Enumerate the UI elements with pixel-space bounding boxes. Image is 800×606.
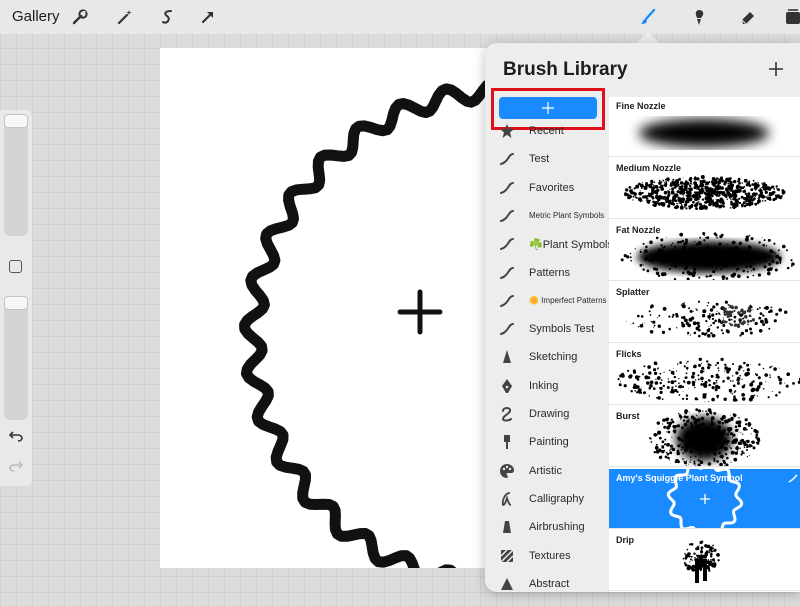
brush-set-label: Metric Plant Symbols <box>529 211 605 221</box>
stroke-icon <box>499 265 515 281</box>
brush-size-slider-handle[interactable] <box>4 114 28 128</box>
brush-set-label: Calligraphy <box>529 492 585 505</box>
panel-title: Brush Library <box>503 59 628 80</box>
brush-set-item[interactable]: Drawing <box>485 400 609 428</box>
transform-arrow-icon[interactable] <box>195 5 221 29</box>
stroke-icon <box>499 293 515 309</box>
brush-name: Fine Nozzle <box>616 101 666 111</box>
brush-set-item[interactable]: Metric Plant Symbols <box>485 202 609 230</box>
brush-icon[interactable] <box>635 5 661 29</box>
brush-set-item[interactable]: Airbrushing <box>485 513 609 541</box>
brush-name: Medium Nozzle <box>616 163 682 173</box>
brush-name: Burst <box>616 411 640 421</box>
paintbrush-icon <box>499 434 515 450</box>
brush-set-item[interactable]: Test <box>485 145 609 173</box>
add-brush-icon[interactable] <box>766 59 786 79</box>
brush-set-label: Symbols Test <box>529 323 595 336</box>
stroke-icon <box>499 151 515 167</box>
brush-set-item[interactable]: Sketching <box>485 343 609 371</box>
top-toolbar: Gallery <box>0 0 800 34</box>
calligraphy-icon <box>499 491 515 507</box>
brush-set-label: 🌼 Imperfect Patterns <box>529 296 607 306</box>
airbrush-icon <box>499 519 515 535</box>
brush-set-label: Sketching <box>529 351 578 364</box>
brush-set-label: Airbrushing <box>529 521 585 534</box>
new-brush-set-button[interactable] <box>499 97 597 119</box>
crosshair-plus <box>397 289 443 335</box>
brush-item[interactable]: Splatter <box>609 283 800 343</box>
brush-item[interactable]: Fine Nozzle <box>609 97 800 157</box>
brush-stroke-preview <box>682 540 720 583</box>
modify-button[interactable] <box>9 260 22 273</box>
selection-icon[interactable] <box>155 5 181 29</box>
triangle-icon <box>499 576 515 592</box>
stroke-icon <box>499 236 515 252</box>
brush-set-item[interactable]: Calligraphy <box>485 485 609 513</box>
wrench-icon[interactable] <box>67 5 93 29</box>
star-icon <box>499 123 515 139</box>
brush-set-item[interactable]: Painting <box>485 428 609 456</box>
brush-item[interactable]: Flicks <box>609 345 800 405</box>
squiggle-icon <box>499 406 515 422</box>
layers-icon[interactable] <box>780 5 800 29</box>
brush-size-slider[interactable] <box>4 114 28 236</box>
brush-set-label: Test <box>529 153 550 166</box>
stroke-icon <box>499 321 515 337</box>
brush-name: Splatter <box>616 287 650 297</box>
brush-set-item[interactable]: Abstract <box>485 570 609 592</box>
brush-set-label: Artistic <box>529 464 562 477</box>
brush-library-panel: Brush Library Recent Test Favorites Metric … <box>485 43 800 592</box>
brush-set-item[interactable]: Inking <box>485 372 609 400</box>
brush-name: Fat Nozzle <box>616 225 661 235</box>
texture-icon <box>499 548 515 564</box>
brush-set-label: Patterns <box>529 266 570 279</box>
brush-set-item[interactable]: Favorites <box>485 174 609 202</box>
brush-set-label: Drawing <box>529 408 570 420</box>
brush-set-item[interactable]: Artistic <box>485 457 609 485</box>
pen-nib-icon <box>499 378 515 394</box>
stroke-icon <box>499 180 515 196</box>
brush-item[interactable]: Fat Nozzle <box>609 221 800 281</box>
opacity-slider[interactable] <box>4 296 28 420</box>
pencil-tip-icon <box>499 349 515 365</box>
gallery-button[interactable]: Gallery <box>12 8 60 25</box>
palette-icon <box>499 463 515 479</box>
brush-set-label: Inking <box>529 379 559 392</box>
eraser-icon[interactable] <box>735 5 761 29</box>
brush-set-item[interactable]: Recent <box>485 117 609 145</box>
brush-item[interactable]: Drip <box>609 531 800 591</box>
brush-set-item[interactable]: 🌼 Imperfect Patterns <box>485 287 609 315</box>
drawing-canvas[interactable] <box>160 48 490 568</box>
brush-name: Flicks <box>616 349 642 359</box>
brush-set-label: Textures <box>529 549 571 562</box>
magic-wand-icon[interactable] <box>112 5 138 29</box>
undo-icon[interactable] <box>7 428 25 444</box>
brush-name: Drip <box>616 535 634 545</box>
brush-set-item[interactable]: ☘️Plant Symbols <box>485 230 613 258</box>
brush-set-item[interactable]: Patterns <box>485 259 609 287</box>
brush-set-label: Abstract <box>529 577 570 590</box>
brush-set-label: ☘️Plant Symbols <box>529 238 614 251</box>
brush-item[interactable]: Amy's Squiggle Plant Symbol <box>609 469 800 529</box>
brush-set-label: Painting <box>529 436 569 449</box>
plus-icon <box>542 102 554 114</box>
brush-set-item[interactable]: Textures <box>485 542 609 570</box>
stroke-icon <box>499 208 515 224</box>
brush-set-label: Recent <box>529 125 564 137</box>
brush-item[interactable]: Burst <box>609 407 800 467</box>
brush-list: Fine Nozzle Medium Nozzle Fat Nozzle Splatt… <box>609 97 800 592</box>
brush-set-item[interactable]: Symbols Test <box>485 315 609 343</box>
brush-name: Amy's Squiggle Plant Symbol <box>616 473 743 483</box>
redo-icon[interactable] <box>7 458 25 474</box>
brush-set-label: Favorites <box>529 181 575 194</box>
brush-item[interactable]: Medium Nozzle <box>609 159 800 219</box>
smudge-icon[interactable] <box>686 5 712 29</box>
opacity-slider-handle[interactable] <box>4 296 28 310</box>
left-sidebar <box>0 110 32 486</box>
squiggle-circle-stroke <box>239 77 490 568</box>
